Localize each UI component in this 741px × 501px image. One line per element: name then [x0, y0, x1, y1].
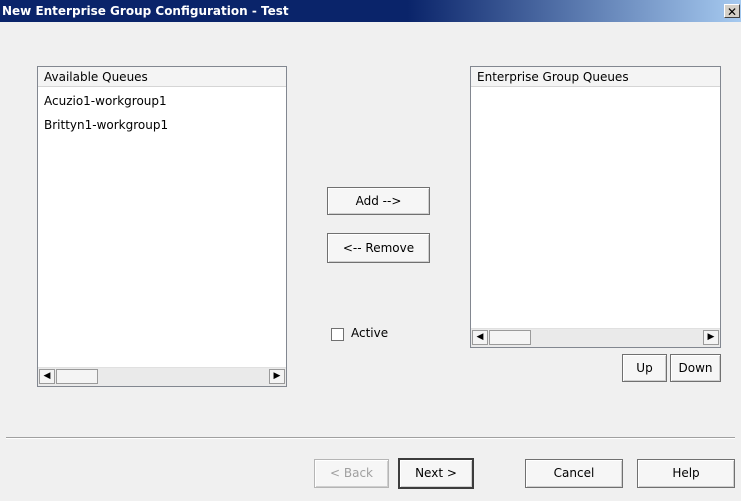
scroll-left-arrow-icon[interactable]: ◀ — [472, 330, 488, 345]
enterprise-group-queues-scrollbar[interactable]: ◀ ▶ — [471, 328, 720, 347]
add-button[interactable]: Add --> — [327, 187, 430, 215]
scroll-thumb[interactable] — [56, 369, 98, 384]
down-button[interactable]: Down — [670, 354, 721, 382]
up-button[interactable]: Up — [622, 354, 667, 382]
scroll-left-arrow-icon[interactable]: ◀ — [39, 369, 55, 384]
scroll-right-arrow-icon[interactable]: ▶ — [703, 330, 719, 345]
next-button[interactable]: Next > — [398, 458, 474, 489]
footer-divider — [6, 437, 735, 439]
active-label: Active — [351, 326, 389, 340]
active-checkbox[interactable] — [331, 328, 344, 341]
available-queues-header: Available Queues — [38, 67, 286, 87]
scroll-thumb[interactable] — [489, 330, 531, 345]
cancel-button[interactable]: Cancel — [525, 459, 623, 488]
back-button[interactable]: < Back — [314, 459, 389, 488]
available-queues-scrollbar[interactable]: ◀ ▶ — [38, 367, 286, 386]
enterprise-group-queues-list[interactable]: Enterprise Group Queues ◀ ▶ — [470, 66, 721, 348]
close-icon[interactable]: ✕ — [724, 4, 740, 19]
list-item[interactable]: Acuzio1-workgroup1 — [44, 89, 282, 113]
window-title: New Enterprise Group Configuration - Tes… — [2, 4, 289, 18]
scroll-right-arrow-icon[interactable]: ▶ — [269, 369, 285, 384]
remove-button[interactable]: <-- Remove — [327, 233, 430, 263]
help-button[interactable]: Help — [637, 459, 735, 488]
available-queues-list[interactable]: Available Queues Acuzio1-workgroup1 Brit… — [37, 66, 287, 387]
title-bar: New Enterprise Group Configuration - Tes… — [0, 0, 741, 22]
list-item[interactable]: Brittyn1-workgroup1 — [44, 113, 282, 137]
enterprise-group-queues-header: Enterprise Group Queues — [471, 67, 720, 87]
